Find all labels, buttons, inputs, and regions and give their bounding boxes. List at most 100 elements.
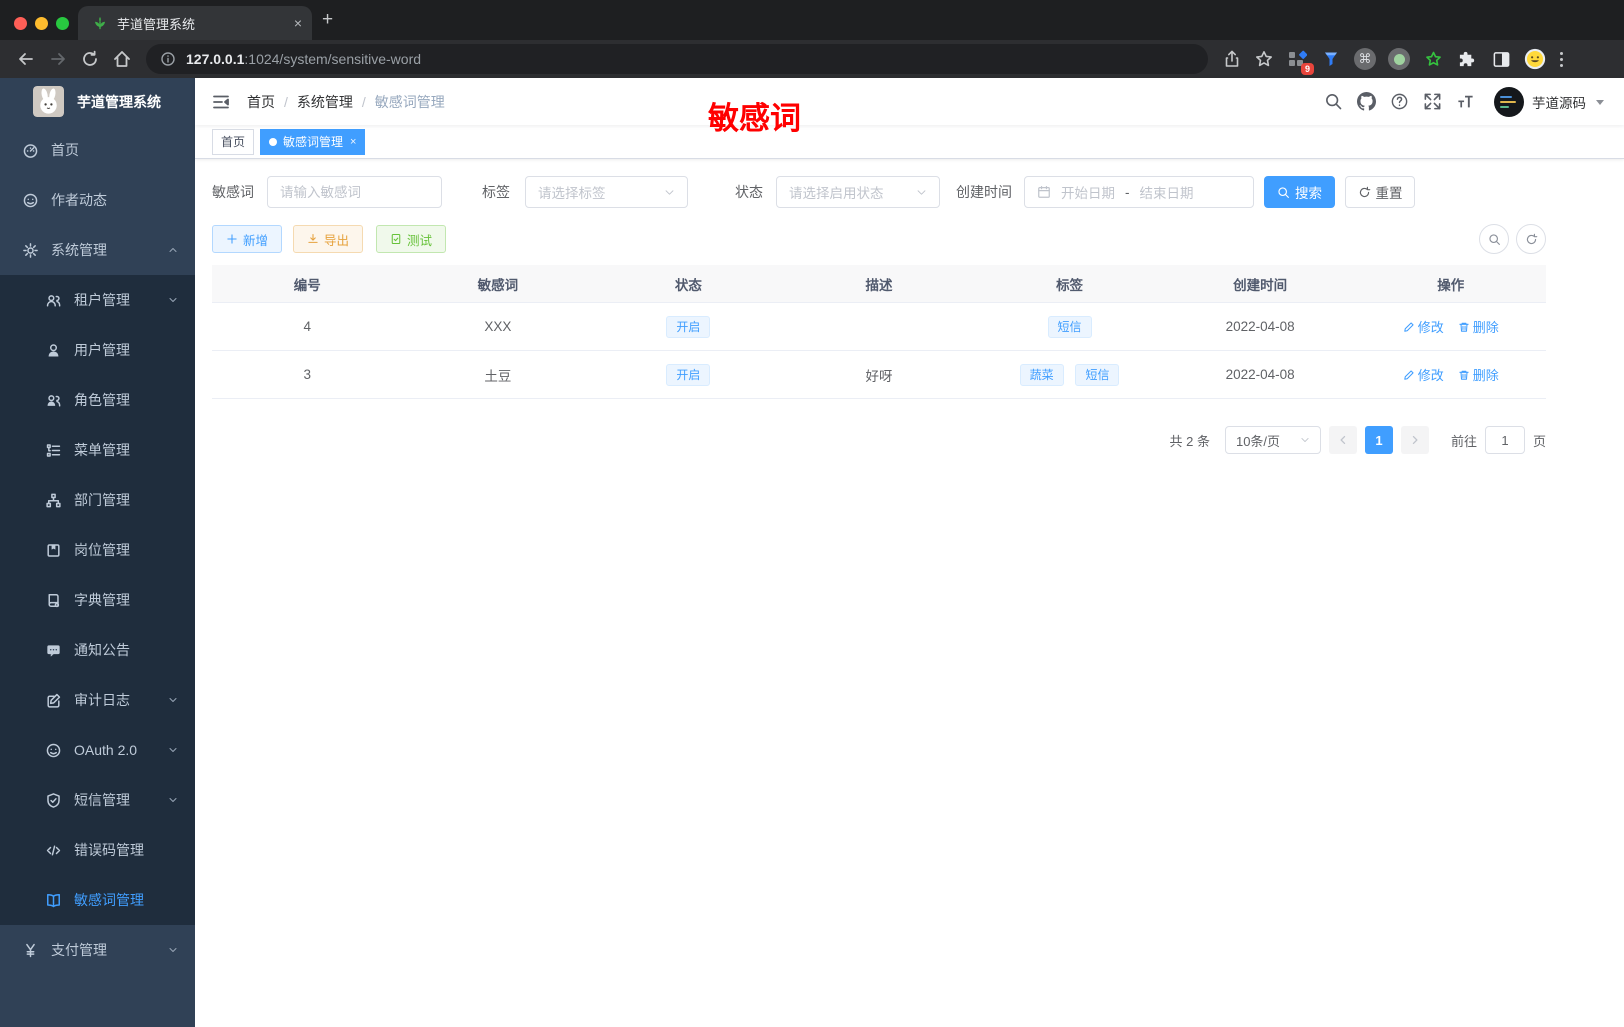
test-button[interactable]: 测试 [376, 225, 447, 253]
user-name[interactable]: 芋道源码 [1532, 92, 1586, 112]
sidebar-item-role-mgmt[interactable]: 角色管理 [0, 375, 195, 425]
reset-button[interactable]: 重置 [1345, 176, 1415, 208]
oauth-icon [46, 743, 61, 757]
status-select[interactable]: 请选择启用状态 [776, 176, 940, 208]
edit-link[interactable]: 修改 [1403, 365, 1444, 384]
sidebar-item-menu-mgmt[interactable]: 菜单管理 [0, 425, 195, 475]
status-badge: 开启 [666, 363, 711, 386]
sidebar-item-error-code-mgmt[interactable]: 错误码管理 [0, 825, 195, 875]
zoom-window-button[interactable] [56, 17, 69, 30]
reader-mode-extension-icon[interactable] [1490, 48, 1512, 70]
page-content: 敏感词 标签 请选择标签 状态 请选择启用状态 创建时间 开始日期 - 结束日 [212, 176, 1546, 454]
tag-sensitive-word-active[interactable]: 敏感词管理 × [260, 128, 366, 155]
sidebar-item-tenant-mgmt[interactable]: 租户管理 [0, 275, 195, 325]
chevron-down-icon [169, 797, 177, 803]
back-icon[interactable] [16, 49, 36, 69]
col-word: 敏感词 [477, 277, 519, 293]
tenant-icon [46, 294, 61, 307]
sidebar-item-payment-mgmt[interactable]: 支付管理 [0, 925, 195, 975]
tag-close-icon[interactable]: × [350, 136, 356, 148]
sidebar-item-system-mgmt[interactable]: 系统管理 [0, 225, 195, 275]
sidebar-item-sensitive-word-mgmt[interactable]: 敏感词管理 [0, 875, 195, 925]
page-number-1[interactable]: 1 [1364, 426, 1393, 454]
sidebar-item-audit-log[interactable]: 审计日志 [0, 675, 195, 725]
delete-link[interactable]: 删除 [1458, 317, 1499, 336]
share-icon[interactable] [1222, 49, 1242, 69]
app-logo [33, 86, 64, 117]
select-caret-icon [1301, 438, 1309, 442]
sidebar-item-dict-mgmt[interactable]: 字典管理 [0, 575, 195, 625]
keyword-input[interactable] [267, 176, 442, 208]
fullscreen-icon[interactable] [1423, 92, 1442, 111]
command-extension-icon[interactable]: ⌘ [1354, 48, 1376, 70]
window-controls[interactable] [14, 17, 69, 30]
forward-icon[interactable] [48, 49, 68, 69]
user-menu-caret-icon[interactable] [1596, 100, 1604, 105]
tab-close-icon[interactable]: × [294, 15, 302, 31]
sidebar-item-oauth[interactable]: OAuth 2.0 [0, 725, 195, 775]
page-unit-label: 页 [1532, 433, 1546, 449]
sidebar-item-author-news[interactable]: 作者动态 [0, 175, 195, 225]
url-bar[interactable]: 127.0.0.1:1024/system/sensitive-word [146, 44, 1208, 74]
goto-label: 前往 [1450, 433, 1477, 449]
trash-icon [1459, 370, 1469, 380]
search-icon [1278, 186, 1289, 198]
github-icon[interactable] [1357, 92, 1376, 111]
profile-avatar-icon[interactable] [1524, 48, 1546, 70]
home-icon[interactable] [112, 49, 132, 69]
sidebar-item-home[interactable]: 首页 [0, 125, 195, 175]
delete-link[interactable]: 删除 [1458, 365, 1499, 384]
breadcrumb-home[interactable]: 首页 [247, 92, 275, 112]
refresh-table-button[interactable] [1516, 224, 1546, 254]
cell-actions: 修改 删除 [1355, 317, 1546, 336]
tags-view-bar: 首页 敏感词管理 × [195, 125, 1624, 159]
show-search-button[interactable] [1479, 224, 1509, 254]
sidebar-item-notice-mgmt[interactable]: 通知公告 [0, 625, 195, 675]
bookmark-star-icon[interactable] [1254, 49, 1274, 69]
sidebar-item-dept-mgmt[interactable]: 部门管理 [0, 475, 195, 525]
sidebar-item-user-mgmt[interactable]: 用户管理 [0, 325, 195, 375]
role-icon [47, 394, 61, 407]
new-tab-button[interactable]: + [322, 10, 333, 29]
reload-icon[interactable] [80, 49, 100, 69]
table-toolbar: 新增 导出 测试 [212, 224, 1546, 254]
add-button[interactable]: 新增 [212, 225, 283, 253]
sidebar-logo-row[interactable]: 芋道管理系统 [0, 78, 195, 125]
create-time-label: 创建时间 [956, 184, 1012, 200]
col-actions: 操作 [1437, 277, 1465, 293]
tag-home[interactable]: 首页 [212, 128, 255, 155]
header-search-icon[interactable] [1324, 92, 1343, 111]
minimize-window-button[interactable] [35, 17, 48, 30]
browser-tab[interactable]: 芋道管理系统 × [78, 6, 312, 40]
start-date-placeholder[interactable]: 开始日期 [1061, 182, 1115, 202]
collapse-sidebar-icon[interactable] [211, 92, 231, 112]
chrome-menu-icon[interactable] [1560, 51, 1563, 67]
green-star-extension-icon[interactable] [1422, 48, 1444, 70]
help-icon[interactable] [1390, 92, 1409, 111]
edit-link[interactable]: 修改 [1403, 317, 1444, 336]
search-button[interactable]: 搜索 [1264, 176, 1335, 208]
sidebar-item-post-mgmt[interactable]: 岗位管理 [0, 525, 195, 575]
tab-manager-extension-icon[interactable]: 9 [1286, 48, 1314, 75]
goto-page-input[interactable] [1484, 426, 1525, 454]
main-area: 敏感词 首页 / 系统管理 / 敏感词管理 芋道源码 首页 敏感词管理 × 敏感… [195, 78, 1624, 1027]
end-date-placeholder[interactable]: 结束日期 [1140, 182, 1194, 202]
font-size-icon[interactable] [1456, 92, 1475, 111]
favicon-leaf-icon [95, 17, 105, 30]
puzzle-extensions-icon[interactable] [1456, 48, 1478, 70]
tag-select[interactable]: 请选择标签 [525, 176, 688, 208]
date-range-picker[interactable]: 开始日期 - 结束日期 [1024, 176, 1254, 208]
user-avatar[interactable] [1494, 86, 1524, 117]
recorder-extension-icon[interactable] [1388, 48, 1410, 70]
prev-page-button[interactable] [1328, 426, 1357, 454]
breadcrumb-system[interactable]: 系统管理 [297, 92, 353, 112]
export-button[interactable]: 导出 [293, 225, 364, 253]
app-title: 芋道管理系统 [77, 93, 161, 110]
funnel-extension-icon[interactable] [1320, 48, 1342, 70]
info-icon[interactable] [160, 51, 176, 67]
sidebar-item-sms-mgmt[interactable]: 短信管理 [0, 775, 195, 825]
page-size-select[interactable]: 10条/页 [1224, 426, 1321, 454]
author-icon [23, 193, 38, 207]
close-window-button[interactable] [14, 17, 27, 30]
next-page-button[interactable] [1400, 426, 1429, 454]
